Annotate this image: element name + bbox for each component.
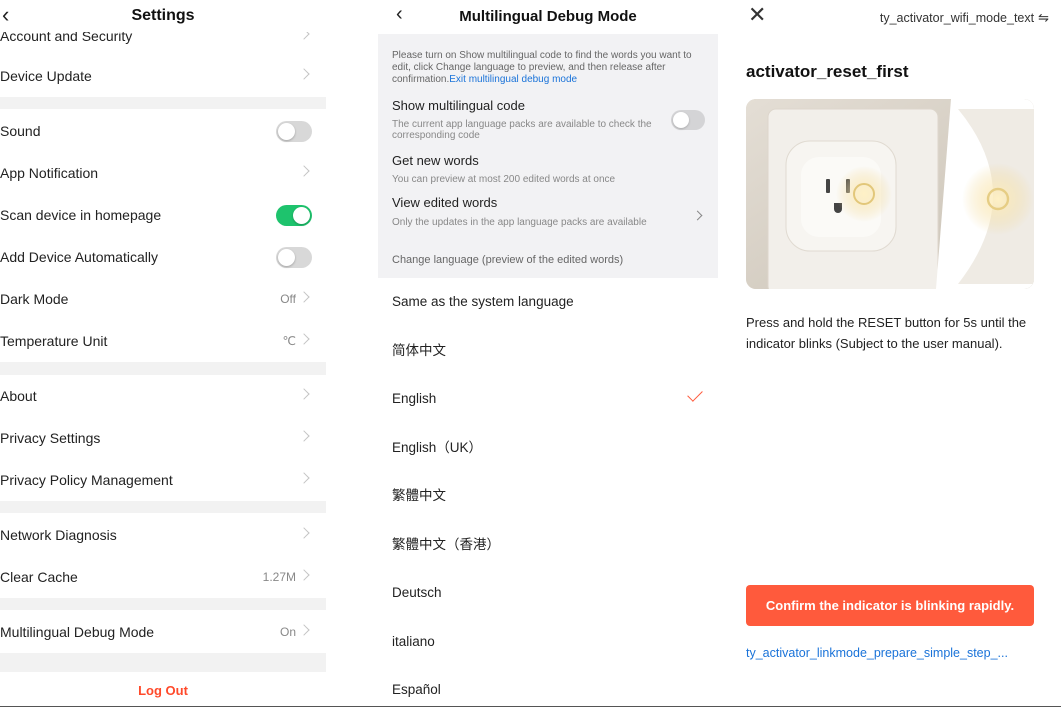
debug-header: ‹ Multilingual Debug Mode [378, 0, 718, 34]
activator-header: ty_activator_wifi_mode_text ⇋ [880, 10, 1049, 26]
page-title: Settings [131, 7, 195, 24]
chevron-right-icon [298, 527, 310, 539]
settings-row-label: Sound [0, 123, 41, 139]
show-code-subtitle: The current app language packs are avail… [392, 119, 652, 141]
change-language-header: Change language (preview of the edited w… [392, 254, 624, 266]
language-label: 繁體中文 [392, 488, 446, 503]
language-option[interactable]: italiano [378, 618, 718, 666]
settings-panel: Account and Security Device Update Sound Ap… [0, 0, 326, 707]
settings-row[interactable]: Privacy Policy Management [0, 459, 326, 501]
toggle-switch[interactable] [276, 247, 312, 268]
toggle-switch[interactable] [276, 121, 312, 142]
view-edited-subtitle: Only the updates in the app language pac… [392, 217, 647, 228]
language-label: English（UK） [392, 440, 483, 455]
chevron-right-icon [298, 624, 310, 636]
language-label: Español [392, 682, 441, 697]
chevron-right-icon [298, 569, 310, 581]
view-edited-title[interactable]: View edited words [392, 195, 497, 210]
toggle-knob [278, 249, 295, 266]
header-title: ty_activator_wifi_mode_text [879, 11, 1035, 25]
new-words-title[interactable]: Get new words [392, 153, 479, 168]
language-option[interactable]: 繁體中文（香港） [378, 521, 718, 569]
activator-panel: ✕ ty_activator_wifi_mode_text ⇋ activator… [730, 0, 1061, 707]
new-words-subtitle: You can preview at most 200 edited words… [392, 174, 616, 185]
checkmark-icon [687, 386, 703, 402]
settings-row-label: Add Device Automatically [0, 249, 158, 265]
chevron-right-icon [298, 333, 310, 345]
settings-row-label: App Notification [0, 165, 99, 181]
settings-row-value: Off [280, 292, 296, 306]
show-code-toggle[interactable] [671, 110, 705, 130]
settings-row[interactable]: About [0, 375, 326, 417]
section-separator [0, 97, 326, 109]
settings-row-label: About [0, 388, 37, 404]
settings-row-label: Dark Mode [0, 291, 69, 307]
settings-row[interactable]: Network Diagnosis [0, 514, 326, 556]
chevron-right-icon [298, 472, 310, 484]
language-option[interactable]: English（UK） [378, 424, 718, 472]
settings-row-value: ℃ [282, 334, 296, 348]
language-option[interactable]: English [378, 375, 718, 423]
settings-row[interactable]: Add Device Automatically [0, 236, 326, 278]
switch-mode-icon[interactable]: ⇋ [1038, 10, 1049, 26]
exit-debug-link[interactable]: Exit multilingual debug mode [449, 74, 577, 85]
language-label: 简体中文 [392, 343, 446, 358]
close-icon[interactable]: ✕ [748, 4, 766, 26]
chevron-right-icon [298, 291, 310, 303]
language-option[interactable]: Deutsch [378, 569, 718, 617]
page-title: Multilingual Debug Mode [459, 8, 637, 25]
settings-row[interactable]: Temperature Unit ℃ [0, 320, 326, 362]
settings-row[interactable]: Dark Mode Off [0, 278, 326, 320]
logout-button[interactable]: Log Out [0, 672, 326, 707]
settings-row[interactable]: Privacy Settings [0, 417, 326, 459]
toggle-knob [278, 123, 295, 140]
language-label: 繁體中文（香港） [392, 537, 500, 552]
settings-row-label: Temperature Unit [0, 333, 108, 349]
settings-row-label: Network Diagnosis [0, 527, 117, 543]
toggle-knob [673, 112, 689, 128]
toggle-switch[interactable] [276, 205, 312, 226]
language-label: Deutsch [392, 585, 442, 600]
language-option[interactable]: 繁體中文 [378, 472, 718, 520]
language-option[interactable]: Same as the system language [378, 278, 718, 326]
confirm-blinking-button[interactable]: Confirm the indicator is blinking rapidl… [746, 585, 1034, 626]
settings-row[interactable]: Sound [0, 110, 326, 152]
chevron-right-icon [298, 388, 310, 400]
smart-plug-illustration [746, 99, 1034, 289]
settings-header: ‹ Settings [0, 0, 326, 32]
settings-row[interactable]: Device Update [0, 55, 326, 97]
settings-row-value: On [279, 625, 296, 639]
chevron-right-icon [298, 68, 310, 80]
language-label: English [392, 391, 437, 406]
settings-row-value: 1.27M [262, 570, 296, 584]
debug-panel: ‹ Multilingual Debug Mode Please turn on… [378, 0, 718, 707]
show-code-title: Show multilingual code [392, 98, 525, 113]
activator-description: Press and hold the RESET button for 5s u… [746, 315, 1027, 351]
settings-row-label: Device Update [0, 68, 92, 84]
section-separator [0, 501, 326, 513]
language-label: Same as the system language [392, 294, 574, 309]
section-separator [0, 362, 326, 375]
settings-row-label: Clear Cache [0, 569, 78, 585]
settings-row[interactable]: App Notification [0, 152, 326, 194]
chevron-right-icon [298, 165, 310, 177]
settings-row-label: Multilingual Debug Mode [0, 624, 155, 640]
toggle-knob [293, 207, 310, 224]
debug-notice: Please turn on Show multilingual code to… [392, 50, 704, 86]
language-option[interactable]: 简体中文 [378, 327, 718, 375]
section-separator [0, 598, 326, 610]
language-option[interactable]: Español [378, 666, 718, 707]
smart-plug-image [746, 99, 1034, 289]
section-separator [0, 652, 326, 672]
settings-row-label: Scan device in homepage [0, 207, 162, 223]
language-label: italiano [392, 634, 435, 649]
settings-row[interactable]: Scan device in homepage [0, 194, 326, 236]
settings-row[interactable]: Multilingual Debug Mode On [0, 611, 326, 653]
settings-row[interactable]: Clear Cache 1.27M [0, 556, 326, 598]
activator-heading: activator_reset_first [746, 62, 909, 81]
settings-row-label: Privacy Policy Management [0, 472, 173, 488]
chevron-right-icon [298, 430, 310, 442]
settings-row-label: Privacy Settings [0, 430, 101, 446]
simple-step-link[interactable]: ty_activator_linkmode_prepare_simple_ste… [746, 646, 1046, 660]
